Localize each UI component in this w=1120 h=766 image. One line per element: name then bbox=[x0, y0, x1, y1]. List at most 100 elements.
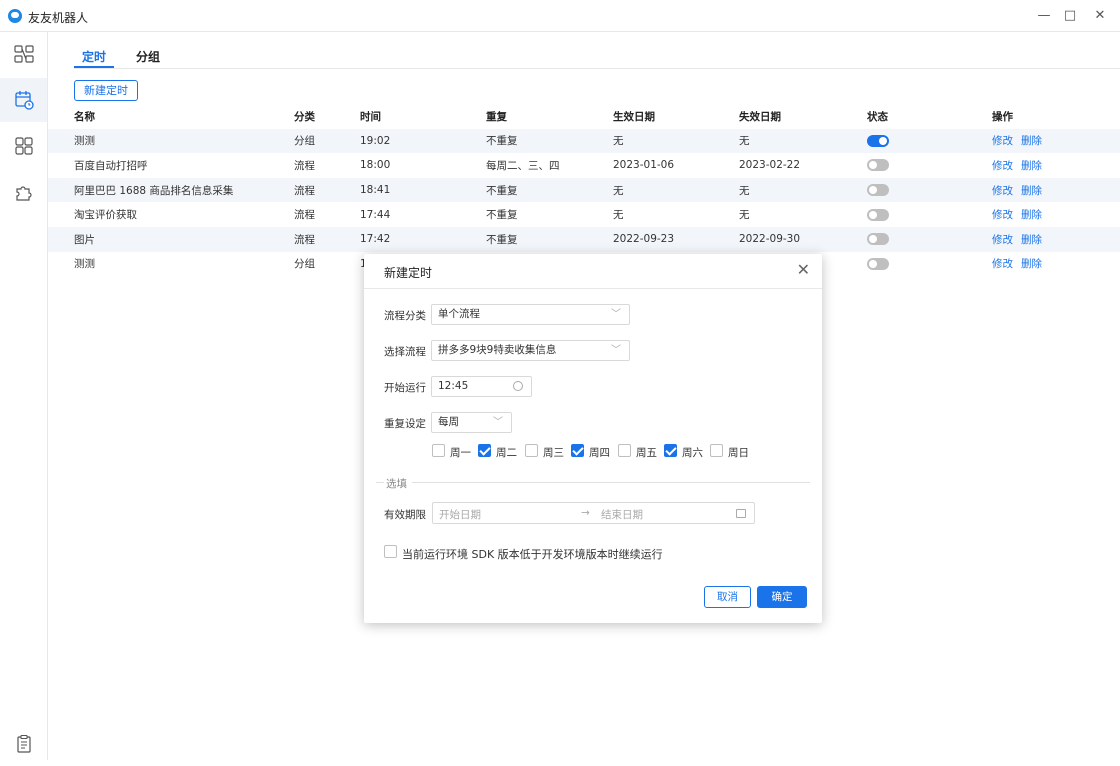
edit-link[interactable]: 修改 bbox=[992, 256, 1013, 271]
flow-category-select[interactable]: 单个流程 ﹀ bbox=[431, 304, 630, 325]
table-row[interactable]: 图片 流程 17:42 不重复 2022-09-23 2022-09-30 修改 删除 bbox=[48, 226, 1120, 252]
repeat-select[interactable]: 每周 ﹀ bbox=[431, 412, 512, 433]
weekday-checkbox[interactable] bbox=[432, 444, 445, 457]
weekday-label: 周三 bbox=[543, 447, 564, 459]
start-run-label: 开始运行 bbox=[384, 382, 426, 394]
cell-category: 流程 bbox=[294, 233, 315, 246]
edit-link[interactable]: 修改 bbox=[992, 158, 1013, 173]
weekday-label: 周二 bbox=[496, 447, 517, 459]
app-logo-icon bbox=[8, 9, 22, 23]
cell-name: 图片 bbox=[74, 233, 95, 246]
new-schedule-button[interactable]: 新建定时 bbox=[74, 80, 138, 101]
cell-time: 17:42 bbox=[360, 233, 391, 246]
flow-category-label: 流程分类 bbox=[384, 310, 426, 322]
cell-category: 流程 bbox=[294, 209, 315, 222]
cell-start-date: 2022-09-23 bbox=[613, 233, 675, 246]
table-row[interactable]: 百度自动打招呼 流程 18:00 每周二、三、四 2023-01-06 2023-02-2… bbox=[48, 153, 1120, 178]
cell-repeat: 不重复 bbox=[486, 233, 518, 246]
cell-repeat: 不重复 bbox=[486, 184, 518, 197]
tab-group[interactable]: 分组 bbox=[136, 48, 160, 65]
cell-name: 测测 bbox=[74, 258, 95, 271]
delete-link[interactable]: 删除 bbox=[1021, 232, 1042, 247]
cell-status bbox=[867, 202, 889, 227]
section-divider-left bbox=[376, 482, 384, 483]
status-toggle[interactable] bbox=[867, 233, 889, 246]
table-row[interactable]: 测测 分组 19:02 不重复 无 无 修改 删除 bbox=[48, 128, 1120, 154]
start-time-picker[interactable]: 12:45 bbox=[431, 376, 532, 397]
sdk-continue-checkbox[interactable] bbox=[384, 545, 397, 558]
clipboard-icon bbox=[16, 734, 31, 753]
weekday-checkbox[interactable] bbox=[664, 444, 677, 457]
cell-time: 19:02 bbox=[360, 134, 391, 147]
chevron-down-icon: ﹀ bbox=[493, 417, 503, 428]
dialog-header-divider bbox=[364, 288, 822, 289]
status-toggle[interactable] bbox=[867, 257, 889, 270]
date-range-picker[interactable]: 开始日期 → 结束日期 bbox=[432, 502, 755, 524]
confirm-button[interactable]: 确定 bbox=[757, 586, 807, 608]
repeat-setting-label: 重复设定 bbox=[384, 418, 426, 430]
status-toggle[interactable] bbox=[867, 134, 889, 147]
start-date-placeholder[interactable]: 开始日期 bbox=[439, 507, 481, 522]
sidebar-item-schedule[interactable] bbox=[0, 78, 47, 122]
sidebar-item-log[interactable] bbox=[0, 722, 47, 766]
header-end-date: 失效日期 bbox=[739, 110, 781, 123]
sidebar-item-flow[interactable] bbox=[0, 32, 47, 76]
tab-schedule[interactable]: 定时 bbox=[82, 48, 106, 65]
table-row[interactable]: 阿里巴巴 1688 商品排名信息采集 流程 18:41 不重复 无 无 修改 删除 bbox=[48, 177, 1120, 203]
delete-link[interactable]: 删除 bbox=[1021, 207, 1042, 222]
header-repeat: 重复 bbox=[486, 110, 507, 123]
status-toggle[interactable] bbox=[867, 208, 889, 221]
delete-link[interactable]: 删除 bbox=[1021, 256, 1042, 271]
weekday-checkbox[interactable] bbox=[618, 444, 631, 457]
start-time-value: 12:45 bbox=[438, 380, 469, 392]
weekday-checkbox[interactable] bbox=[525, 444, 538, 457]
cell-end-date: 无 bbox=[739, 209, 750, 222]
cell-end-date: 2022-09-30 bbox=[739, 233, 801, 246]
header-name: 名称 bbox=[74, 110, 95, 123]
cell-start-date: 无 bbox=[613, 209, 624, 222]
cell-name: 测测 bbox=[74, 135, 95, 148]
sidebar-item-apps[interactable] bbox=[0, 124, 47, 168]
flow-select[interactable]: 拼多多9块9特卖收集信息 ﹀ bbox=[431, 340, 630, 361]
weekday-checkbox[interactable] bbox=[710, 444, 723, 457]
edit-link[interactable]: 修改 bbox=[992, 207, 1013, 222]
sidebar-item-plugins[interactable] bbox=[0, 170, 47, 214]
edit-link[interactable]: 修改 bbox=[992, 232, 1013, 247]
status-toggle[interactable] bbox=[867, 184, 889, 197]
delete-link[interactable]: 删除 bbox=[1021, 158, 1042, 173]
edit-link[interactable]: 修改 bbox=[992, 183, 1013, 198]
maximize-button[interactable]: □ bbox=[1060, 6, 1080, 26]
header-actions: 操作 bbox=[992, 110, 1013, 123]
section-divider-right bbox=[412, 482, 810, 483]
header-category: 分类 bbox=[294, 110, 315, 123]
table-row[interactable]: 淘宝评价获取 流程 17:44 不重复 无 无 修改 删除 bbox=[48, 202, 1120, 227]
cancel-button[interactable]: 取消 bbox=[704, 586, 751, 608]
sidebar bbox=[0, 32, 48, 760]
calendar-clock-icon bbox=[14, 91, 34, 110]
end-date-placeholder[interactable]: 结束日期 bbox=[601, 507, 643, 522]
cell-name: 百度自动打招呼 bbox=[74, 159, 148, 172]
weekday-checkbox[interactable] bbox=[571, 444, 584, 457]
weekday-label: 周一 bbox=[450, 447, 471, 459]
cell-time: 18:41 bbox=[360, 184, 391, 197]
weekday-checkbox[interactable] bbox=[478, 444, 491, 457]
status-toggle[interactable] bbox=[867, 159, 889, 172]
close-window-button[interactable]: ✕ bbox=[1090, 6, 1110, 26]
weekday-label: 周四 bbox=[589, 447, 610, 459]
delete-link[interactable]: 删除 bbox=[1021, 133, 1042, 148]
optional-section-label: 选填 bbox=[386, 478, 407, 490]
chevron-down-icon: ﹀ bbox=[611, 345, 621, 356]
cell-end-date: 无 bbox=[739, 135, 750, 148]
sdk-continue-label: 当前运行环境 SDK 版本低于开发环境版本时继续运行 bbox=[402, 548, 663, 561]
dialog-title: 新建定时 bbox=[384, 266, 433, 280]
cell-actions: 修改 删除 bbox=[992, 202, 1050, 227]
cell-time: 18:00 bbox=[360, 159, 391, 172]
delete-link[interactable]: 删除 bbox=[1021, 183, 1042, 198]
cell-time: 17:44 bbox=[360, 208, 391, 221]
dialog-close-icon[interactable]: ✕ bbox=[797, 260, 810, 279]
header-status: 状态 bbox=[867, 110, 888, 123]
minimize-button[interactable]: — bbox=[1034, 6, 1054, 26]
table-header: 名称 分类 时间 重复 生效日期 失效日期 状态 操作 bbox=[48, 104, 1120, 129]
edit-link[interactable]: 修改 bbox=[992, 133, 1013, 148]
calendar-icon bbox=[736, 509, 746, 518]
